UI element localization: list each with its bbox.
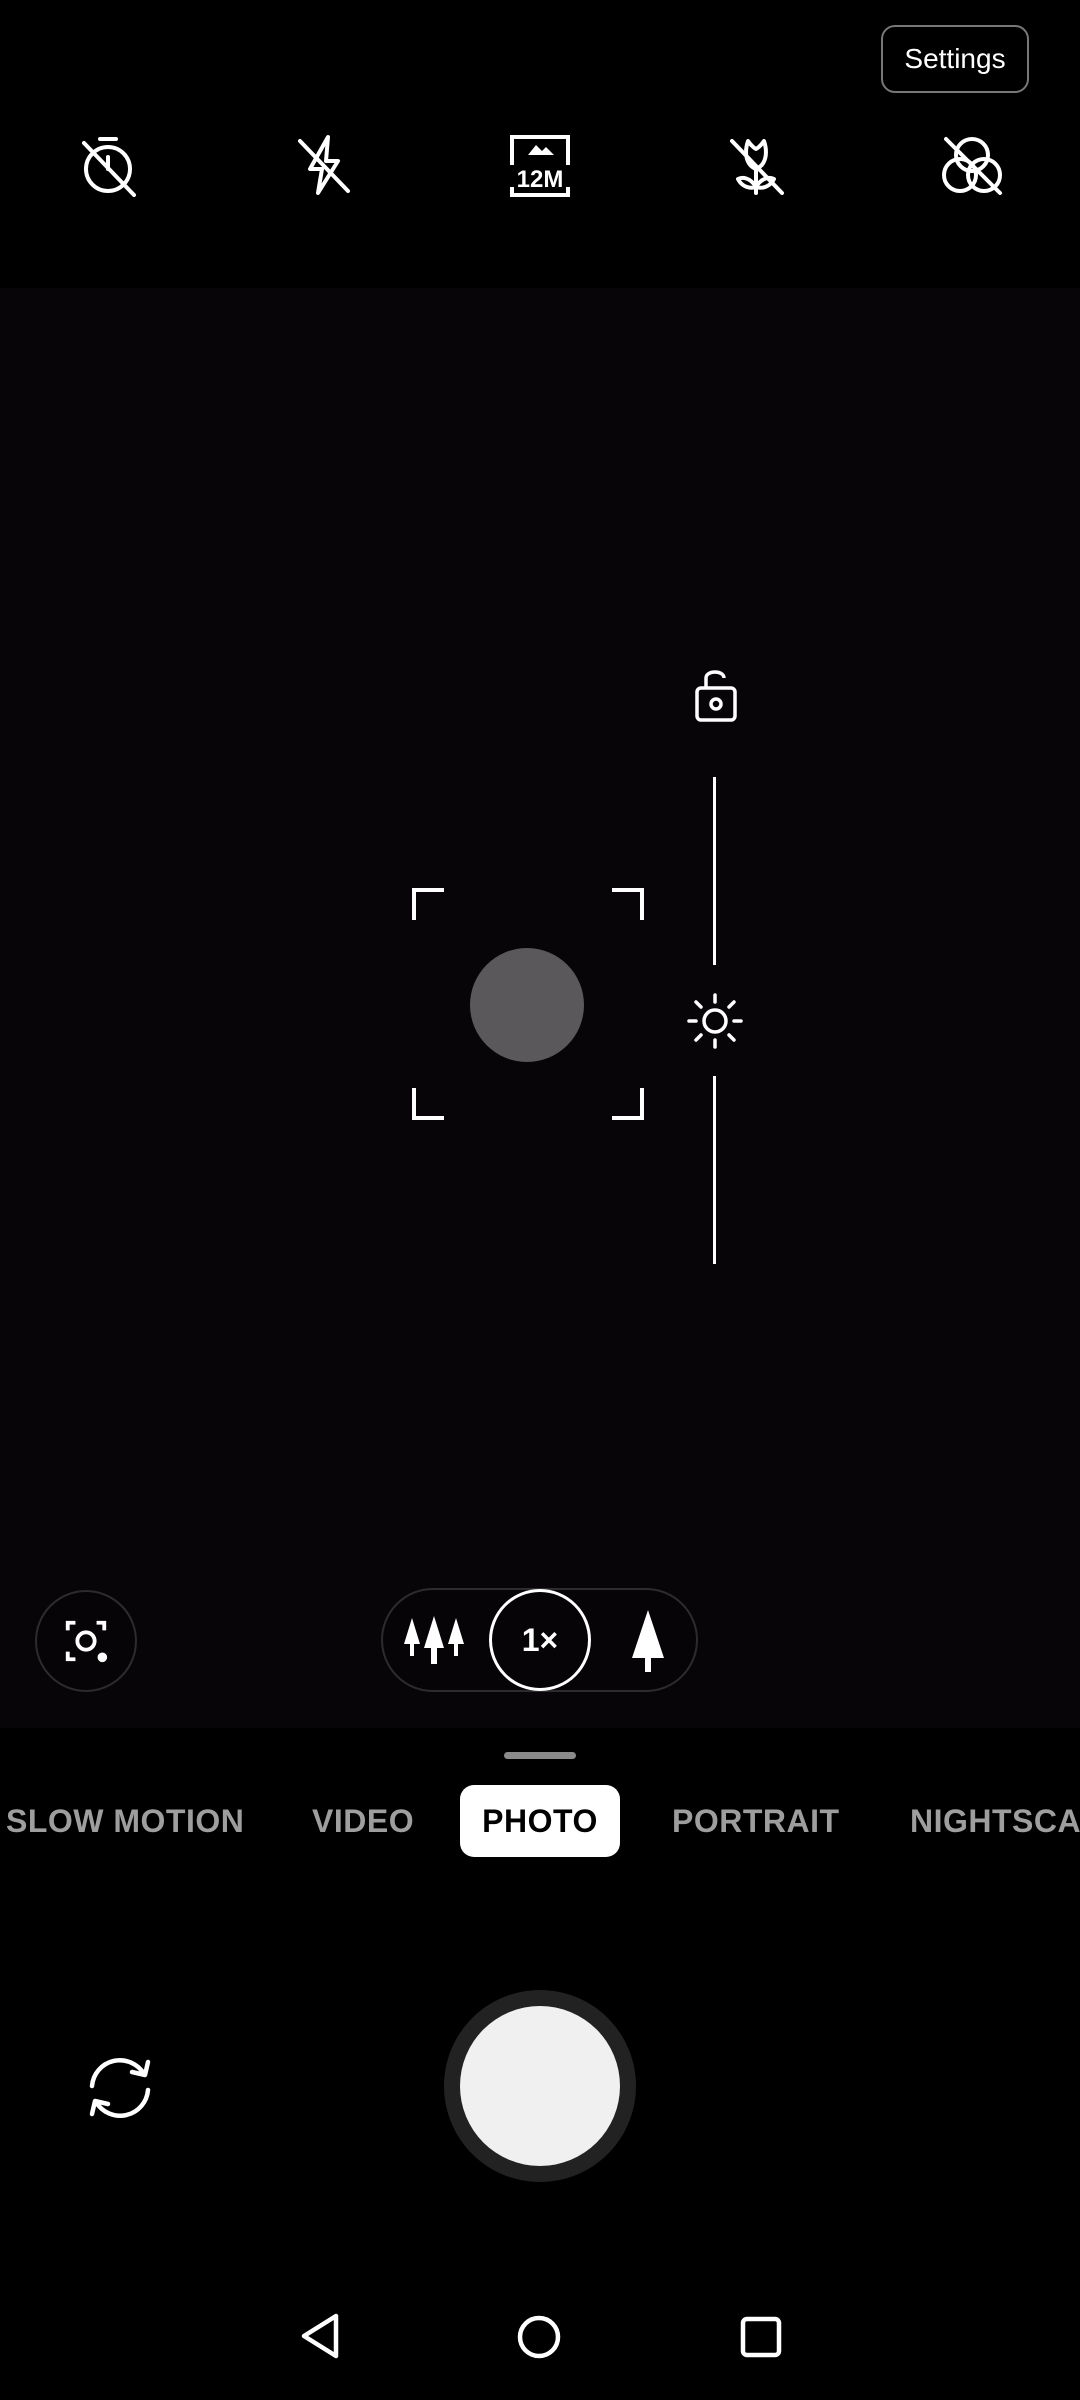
exposure-lock-icon[interactable] <box>690 664 742 724</box>
zoom-1x-button[interactable]: 1× <box>489 1589 591 1691</box>
resolution-icon[interactable]: 12M <box>500 125 580 205</box>
focus-point[interactable] <box>470 948 584 1062</box>
back-icon[interactable] <box>296 2310 344 2362</box>
sun-icon[interactable] <box>686 992 744 1050</box>
mode-photo[interactable]: PHOTO <box>460 1785 620 1857</box>
lens-button[interactable] <box>35 1590 137 1692</box>
mode-drawer-handle[interactable] <box>504 1752 576 1759</box>
flash-off-icon[interactable] <box>284 125 364 205</box>
exposure-slider-track-bottom[interactable] <box>713 1076 716 1264</box>
rotate-camera-icon[interactable] <box>78 2046 162 2130</box>
tree-icon[interactable] <box>620 1608 676 1672</box>
macro-off-icon[interactable] <box>716 125 796 205</box>
resolution-label: 12M <box>517 166 564 193</box>
mode-nightscape[interactable]: NIGHTSCA <box>910 1785 1080 1857</box>
shutter-inner <box>460 2006 620 2166</box>
exposure-slider-track-top[interactable] <box>713 777 716 965</box>
settings-button[interactable]: Settings <box>881 25 1029 93</box>
mode-video[interactable]: VIDEO <box>312 1785 414 1857</box>
filter-off-icon[interactable] <box>932 125 1012 205</box>
recents-icon[interactable] <box>738 2314 784 2360</box>
timer-off-icon[interactable] <box>68 125 148 205</box>
mode-portrait[interactable]: PORTRAIT <box>672 1785 840 1857</box>
trees-icon[interactable] <box>400 1610 470 1670</box>
home-icon[interactable] <box>516 2314 562 2360</box>
scan-icon <box>65 1620 108 1663</box>
mode-slow-motion[interactable]: SLOW MOTION <box>6 1785 244 1857</box>
